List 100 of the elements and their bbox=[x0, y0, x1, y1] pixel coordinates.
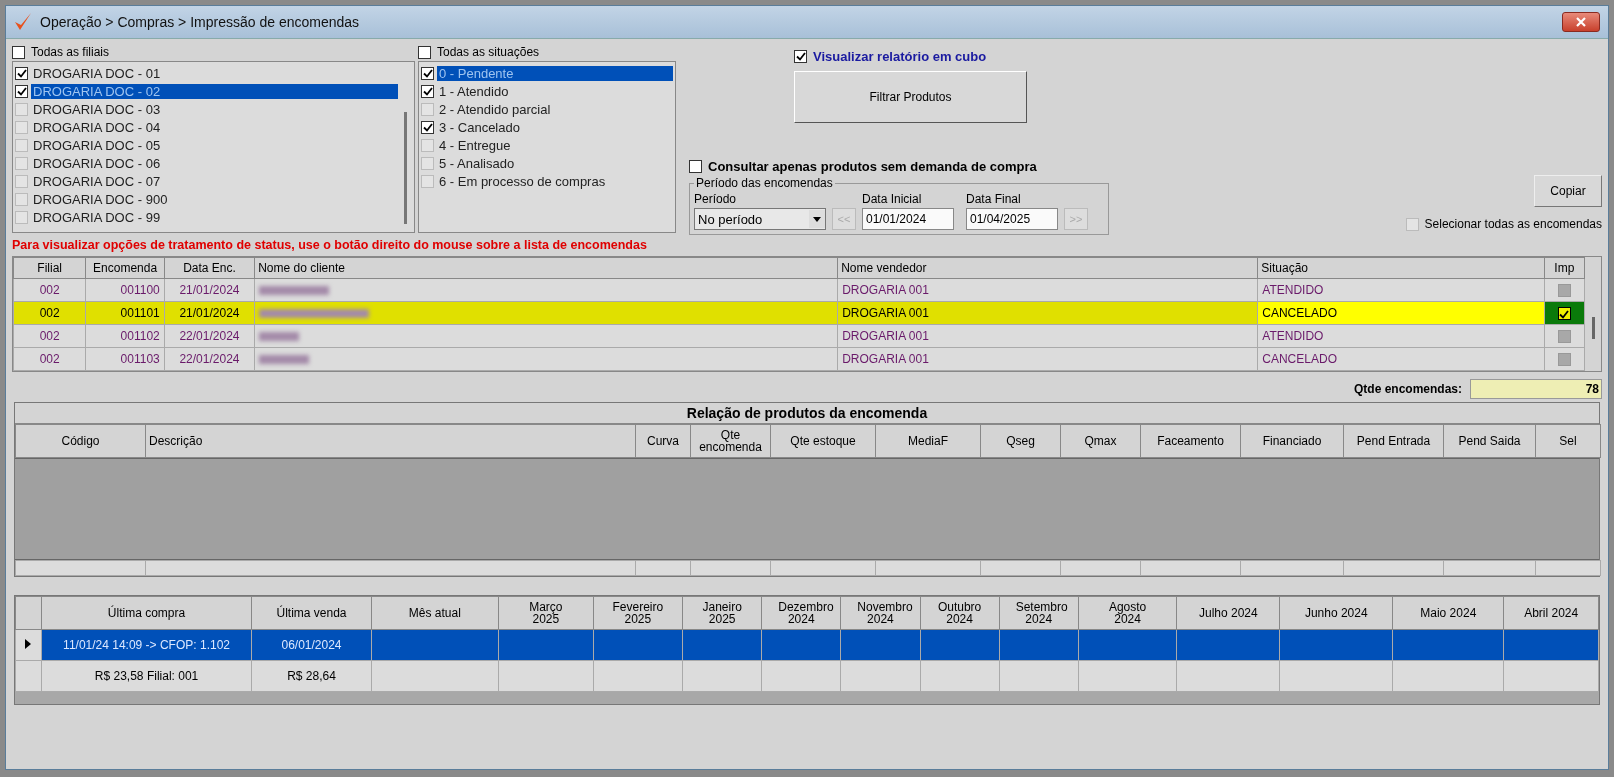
checkbox[interactable] bbox=[12, 45, 25, 59]
table-cell: DROGARIA 001 bbox=[837, 278, 1258, 302]
branch-item[interactable]: DROGARIA DOC - 01 bbox=[31, 65, 398, 81]
horizontal-scrollbar[interactable] bbox=[15, 692, 1599, 704]
situation-item[interactable]: 1 - Atendido bbox=[437, 83, 673, 99]
print-checkbox[interactable] bbox=[1557, 284, 1571, 298]
column-header[interactable]: Sel bbox=[1535, 424, 1601, 458]
column-header[interactable]: Nome vendedor bbox=[837, 257, 1258, 279]
column-header[interactable]: Março 2025 bbox=[498, 596, 594, 630]
column-header[interactable]: Descrição bbox=[145, 424, 636, 458]
end-date-field[interactable]: 01/04/2025 bbox=[966, 208, 1058, 230]
column-header[interactable]: Nome do cliente bbox=[254, 257, 838, 279]
column-header[interactable]: Fevereiro 2025 bbox=[593, 596, 683, 630]
order-count-field: 78 bbox=[1470, 379, 1602, 399]
column-header[interactable]: Qmax bbox=[1060, 424, 1141, 458]
column-header[interactable]: Outubro 2024 bbox=[920, 596, 1000, 630]
column-header[interactable]: Mês atual bbox=[371, 596, 499, 630]
branch-item[interactable]: DROGARIA DOC - 900 bbox=[31, 191, 398, 207]
checkbox[interactable] bbox=[421, 120, 434, 134]
column-header[interactable]: Data Enc. bbox=[164, 257, 255, 279]
checkbox[interactable] bbox=[15, 138, 28, 152]
branch-item[interactable]: DROGARIA DOC - 03 bbox=[31, 101, 398, 117]
column-header[interactable]: Pend Saida bbox=[1443, 424, 1536, 458]
checkbox[interactable] bbox=[421, 138, 434, 152]
table-cell: DROGARIA 001 bbox=[837, 324, 1258, 348]
checkbox[interactable] bbox=[689, 159, 702, 173]
window-title: Operação > Compras > Impressão de encomendas bbox=[40, 14, 361, 30]
checkbox[interactable] bbox=[15, 174, 28, 188]
column-header[interactable]: Junho 2024 bbox=[1279, 596, 1393, 630]
copy-button[interactable]: Copiar bbox=[1534, 175, 1602, 207]
checkbox[interactable] bbox=[421, 174, 434, 188]
situation-item[interactable]: 2 - Atendido parcial bbox=[437, 101, 673, 117]
checkbox[interactable] bbox=[15, 156, 28, 170]
print-checkbox[interactable] bbox=[1557, 330, 1571, 344]
column-header[interactable]: MediaF bbox=[875, 424, 981, 458]
field-label: Data Final bbox=[966, 192, 1022, 206]
order-row[interactable]: 002 001102 22/01/2024 DROGARIA 001 ATENDIDO bbox=[13, 324, 1585, 348]
branch-item[interactable]: DROGARIA DOC - 99 bbox=[31, 209, 398, 225]
column-header[interactable]: Pend Entrada bbox=[1343, 424, 1444, 458]
filter-products-button[interactable]: Filtrar Produtos bbox=[794, 71, 1027, 123]
scrollbar-thumb[interactable] bbox=[1591, 317, 1595, 339]
checkbox[interactable] bbox=[421, 102, 434, 116]
branch-item[interactable]: DROGARIA DOC - 05 bbox=[31, 137, 398, 153]
column-header[interactable]: Qseg bbox=[980, 424, 1061, 458]
situation-item[interactable]: 0 - Pendente bbox=[437, 65, 673, 81]
column-header[interactable]: Maio 2024 bbox=[1392, 596, 1504, 630]
checkbox[interactable] bbox=[421, 156, 434, 170]
checkbox[interactable] bbox=[794, 49, 807, 63]
column-header[interactable]: Imp bbox=[1544, 257, 1585, 279]
column-header[interactable]: Qte encomenda bbox=[690, 424, 771, 458]
checkbox[interactable] bbox=[15, 66, 28, 80]
start-date-field[interactable]: 01/01/2024 bbox=[862, 208, 954, 230]
order-row[interactable]: 002 001100 21/01/2024 DROGARIA 001 ATENDIDO bbox=[13, 278, 1585, 302]
column-header[interactable]: Encomenda bbox=[85, 257, 165, 279]
column-header[interactable]: Última compra bbox=[41, 596, 252, 630]
column-header[interactable]: Curva bbox=[635, 424, 691, 458]
redacted-name bbox=[259, 355, 310, 365]
branch-item[interactable]: DROGARIA DOC - 06 bbox=[31, 155, 398, 171]
column-header[interactable]: Financiado bbox=[1240, 424, 1344, 458]
checkbox[interactable] bbox=[15, 84, 28, 98]
column-header[interactable]: Situação bbox=[1257, 257, 1545, 279]
column-header[interactable]: Setembro 2024 bbox=[999, 596, 1079, 630]
branch-item[interactable]: DROGARIA DOC - 04 bbox=[31, 119, 398, 135]
period-dropdown[interactable]: No período bbox=[694, 208, 826, 230]
column-header[interactable]: Qte estoque bbox=[770, 424, 876, 458]
print-checkbox[interactable] bbox=[1557, 353, 1571, 367]
scrollbar-thumb[interactable] bbox=[403, 112, 407, 224]
checkbox[interactable] bbox=[15, 102, 28, 116]
checkbox[interactable] bbox=[15, 210, 28, 224]
column-header[interactable]: Julho 2024 bbox=[1176, 596, 1280, 630]
branch-item[interactable]: DROGARIA DOC - 07 bbox=[31, 173, 398, 189]
order-row[interactable]: 002 001101 21/01/2024 DROGARIA 001 CANCELADO bbox=[13, 301, 1585, 325]
situation-item[interactable]: 4 - Entregue bbox=[437, 137, 673, 153]
checkbox[interactable] bbox=[421, 66, 434, 80]
column-header[interactable]: Faceamento bbox=[1140, 424, 1241, 458]
column-header[interactable]: Dezembro 2024 bbox=[761, 596, 841, 630]
close-button[interactable] bbox=[1562, 12, 1600, 32]
column-header[interactable]: Novembro 2024 bbox=[840, 596, 920, 630]
order-row[interactable]: 002 001103 22/01/2024 DROGARIA 001 CANCELADO bbox=[13, 347, 1585, 371]
history-row[interactable]: R$ 23,58 Filial: 001 R$ 28,64 bbox=[15, 660, 1599, 692]
column-header[interactable]: Última venda bbox=[251, 596, 372, 630]
checkbox[interactable] bbox=[15, 192, 28, 206]
checkbox[interactable] bbox=[421, 84, 434, 98]
situation-item[interactable]: 5 - Analisado bbox=[437, 155, 673, 171]
checkbox-label: Consultar apenas produtos sem demanda de compra bbox=[708, 158, 1037, 174]
table-cell: R$ 23,58 Filial: 001 bbox=[41, 660, 252, 692]
column-header[interactable]: Filial bbox=[13, 257, 86, 279]
column-header[interactable]: Código bbox=[15, 424, 146, 458]
situation-item[interactable]: 3 - Cancelado bbox=[437, 119, 673, 135]
history-row[interactable]: 11/01/24 14:09 -> CFOP: 1.102 06/01/2024 bbox=[15, 629, 1599, 661]
print-checkbox[interactable] bbox=[1557, 307, 1571, 321]
checkbox[interactable] bbox=[1405, 217, 1419, 231]
close-icon bbox=[1576, 17, 1586, 27]
checkbox[interactable] bbox=[418, 45, 431, 59]
column-header[interactable]: Abril 2024 bbox=[1503, 596, 1599, 630]
column-header[interactable]: Agosto 2024 bbox=[1078, 596, 1177, 630]
column-header[interactable]: Janeiro 2025 bbox=[682, 596, 762, 630]
situation-item[interactable]: 6 - Em processo de compras bbox=[437, 173, 673, 189]
checkbox[interactable] bbox=[15, 120, 28, 134]
branch-item[interactable]: DROGARIA DOC - 02 bbox=[31, 83, 398, 99]
